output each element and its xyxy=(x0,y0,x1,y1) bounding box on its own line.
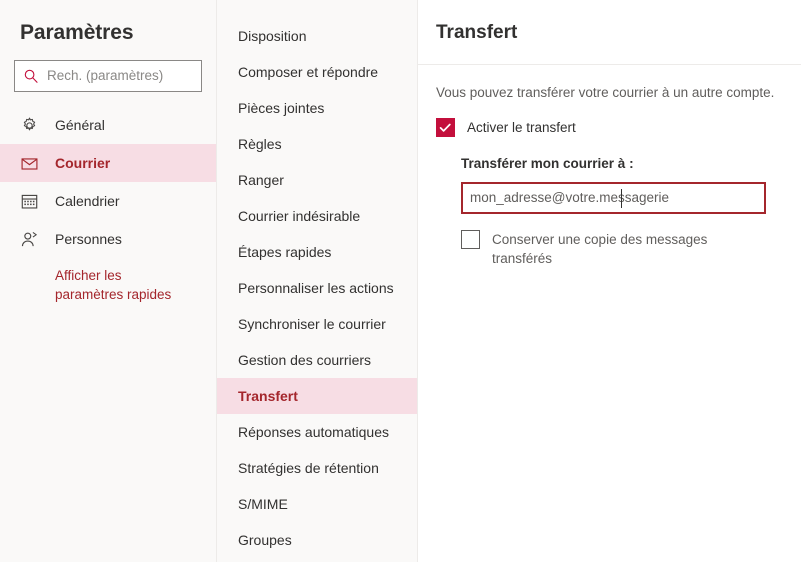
sidebar-item-personnes[interactable]: Personnes xyxy=(0,220,216,258)
keep-copy-checkbox[interactable] xyxy=(461,230,480,249)
forward-to-field-group: Transférer mon courrier à : xyxy=(461,155,783,214)
mid-item-label: Pièces jointes xyxy=(238,100,325,116)
mid-item-personnaliser-les-actions[interactable]: Personnaliser les actions xyxy=(217,270,417,306)
mid-item-label: Personnaliser les actions xyxy=(238,280,394,296)
forward-to-input-wrap[interactable] xyxy=(461,182,766,214)
search-icon xyxy=(23,68,39,84)
sidebar-item-label: Général xyxy=(55,117,105,133)
forward-to-input[interactable] xyxy=(470,189,757,207)
mid-item-transfert[interactable]: Transfert xyxy=(217,378,417,414)
mid-item-label: Ranger xyxy=(238,172,284,188)
sidebar-item-label: Courrier xyxy=(55,155,111,171)
mid-item-gestion-des-courriers[interactable]: Gestion des courriers xyxy=(217,342,417,378)
sidebar-nav: Général Courrier Calendrier Personnes Af… xyxy=(0,106,216,304)
mid-item-label: Composer et répondre xyxy=(238,64,379,80)
mid-item-label: Courrier indésirable xyxy=(238,208,361,224)
mid-item-ranger[interactable]: Ranger xyxy=(217,162,417,198)
mid-item-courrier-indesirable[interactable]: Courrier indésirable xyxy=(217,198,417,234)
mid-item-label: Transfert xyxy=(238,388,298,404)
mid-item-strategies-de-retention[interactable]: Stratégies de rétention xyxy=(217,450,417,486)
sidebar-item-courrier[interactable]: Courrier xyxy=(0,144,216,182)
sidebar-item-label: Personnes xyxy=(55,231,122,247)
mid-item-smime[interactable]: S/MIME xyxy=(217,486,417,522)
panel-body: Vous pouvez transférer votre courrier à … xyxy=(418,65,801,268)
mid-item-label: Réponses automatiques xyxy=(238,424,389,440)
panel-description: Vous pouvez transférer votre courrier à … xyxy=(436,85,775,100)
search-input[interactable] xyxy=(47,67,193,85)
sidebar-item-calendrier[interactable]: Calendrier xyxy=(0,182,216,220)
envelope-icon xyxy=(20,154,39,173)
enable-forwarding-checkbox-row[interactable]: Activer le transfert xyxy=(436,118,783,137)
panel-title: Transfert xyxy=(436,22,518,43)
keep-copy-label: Conserver une copie des messages transfé… xyxy=(492,232,708,266)
page-title: Paramètres xyxy=(20,21,134,44)
mid-item-label: Stratégies de rétention xyxy=(238,460,379,476)
keep-copy-checkbox-row[interactable]: Conserver une copie des messages transfé… xyxy=(461,230,783,268)
forward-to-label: Transférer mon courrier à : xyxy=(461,156,634,171)
mid-item-pieces-jointes[interactable]: Pièces jointes xyxy=(217,90,417,126)
mid-item-label: Gestion des courriers xyxy=(238,352,372,368)
mid-item-label: Règles xyxy=(238,136,282,152)
mid-item-label: Disposition xyxy=(238,28,307,44)
enable-forwarding-checkbox[interactable] xyxy=(436,118,455,137)
calendar-icon xyxy=(20,192,39,211)
mail-settings-list: Disposition Composer et répondre Pièces … xyxy=(217,0,418,562)
settings-window: Paramètres G xyxy=(0,0,801,562)
mid-item-label: Synchroniser le courrier xyxy=(238,316,386,332)
mid-item-disposition[interactable]: Disposition xyxy=(217,18,417,54)
mid-item-reponses-automatiques[interactable]: Réponses automatiques xyxy=(217,414,417,450)
text-caret xyxy=(621,189,622,208)
transfert-panel: Transfert Vous pouvez transférer votre c… xyxy=(418,0,801,562)
mid-item-groupes[interactable]: Groupes xyxy=(217,522,417,558)
enable-forwarding-label: Activer le transfert xyxy=(467,120,576,135)
mid-item-regles[interactable]: Règles xyxy=(217,126,417,162)
mid-item-label: S/MIME xyxy=(238,496,288,512)
person-icon xyxy=(20,230,39,249)
mid-item-label: Groupes xyxy=(238,532,292,548)
sidebar-item-label: Calendrier xyxy=(55,193,120,209)
mid-item-synchroniser-le-courrier[interactable]: Synchroniser le courrier xyxy=(217,306,417,342)
mid-item-etapes-rapides[interactable]: Étapes rapides xyxy=(217,234,417,270)
mid-item-composer-et-repondre[interactable]: Composer et répondre xyxy=(217,54,417,90)
gear-icon xyxy=(20,116,39,135)
sidebar-item-general[interactable]: Général xyxy=(0,106,216,144)
search-box[interactable] xyxy=(14,60,202,92)
mid-item-label: Étapes rapides xyxy=(238,244,332,260)
settings-sidebar: Paramètres G xyxy=(0,0,217,562)
quick-settings-link[interactable]: Afficher les paramètres rapides xyxy=(55,266,175,304)
search-container xyxy=(14,60,202,92)
